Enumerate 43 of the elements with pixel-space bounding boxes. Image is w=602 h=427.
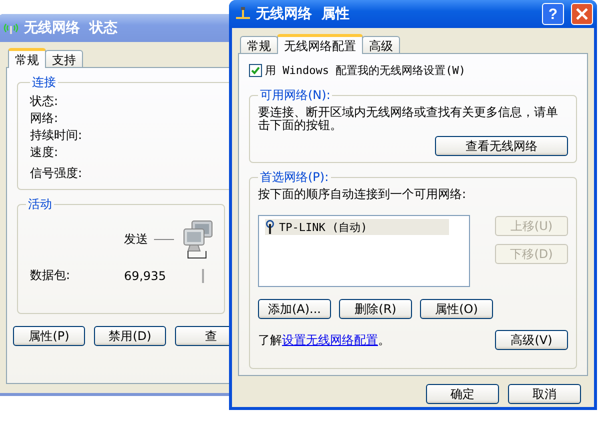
group-title: 可用网络(N): xyxy=(259,87,332,104)
group-title: 活动 xyxy=(27,196,53,213)
tab[interactable]: 常规 xyxy=(8,48,46,68)
action-button[interactable]: 添加(A)... xyxy=(258,299,331,319)
view-networks-button[interactable]: 查看无线网络 xyxy=(435,136,568,156)
action-button[interactable]: 删除(R) xyxy=(339,299,412,319)
dialog-button[interactable]: 属性(P) xyxy=(13,326,85,346)
field-label: 持续时间: xyxy=(30,127,84,144)
checkbox-label[interactable]: 用 Windows 配置我的无线网络设置(W) xyxy=(265,63,466,78)
divider-line xyxy=(202,268,204,282)
advanced-button[interactable]: 高级(V) xyxy=(495,330,568,350)
wireless-icon xyxy=(3,22,19,34)
field-label: 网络: xyxy=(30,110,60,127)
field-label: 信号强度: xyxy=(30,165,84,182)
tab[interactable]: 常规 xyxy=(240,36,278,53)
dialog-button[interactable]: 取消 xyxy=(508,384,581,404)
description-text: 按下面的顺序自动连接到一个可用网络: xyxy=(258,188,468,201)
field-label: 状态: xyxy=(30,93,60,110)
window-title: 无线网络 属性 xyxy=(256,5,350,23)
network-icon xyxy=(235,7,251,21)
group-title: 首选网络(P): xyxy=(259,169,330,186)
tab[interactable]: 支持 xyxy=(45,50,83,67)
field-label: 速度: xyxy=(30,144,60,161)
sent-label: 发送 xyxy=(124,230,148,248)
close-icon xyxy=(576,8,588,20)
dash-line xyxy=(154,238,174,240)
description-text: 要连接、断开区域内无线网络或查找有关更多信息，请单击下面的按钮。 xyxy=(258,106,559,132)
group-title: 连接 xyxy=(31,74,57,91)
tab[interactable]: 无线网络配置 xyxy=(277,34,363,54)
dialog-button[interactable]: 禁用(D) xyxy=(94,326,166,346)
dialog-button[interactable]: 确定 xyxy=(426,384,499,404)
network-item[interactable]: TP-LINK (自动) xyxy=(265,219,449,235)
close-button[interactable] xyxy=(571,3,593,25)
learn-more-text: 了解设置无线网络配置。 xyxy=(258,332,390,348)
settings-link[interactable]: 设置无线网络配置 xyxy=(282,332,378,346)
action-button[interactable]: 属性(O) xyxy=(420,299,493,319)
packets-label: 数据包: xyxy=(30,267,70,284)
antenna-icon xyxy=(265,220,275,234)
packets-value: 69,935 xyxy=(124,268,166,282)
tab[interactable]: 高级 xyxy=(362,36,400,53)
window-title: 无线网络 状态 xyxy=(24,19,118,37)
help-button[interactable]: ? xyxy=(542,3,564,25)
checkbox[interactable] xyxy=(249,64,262,77)
